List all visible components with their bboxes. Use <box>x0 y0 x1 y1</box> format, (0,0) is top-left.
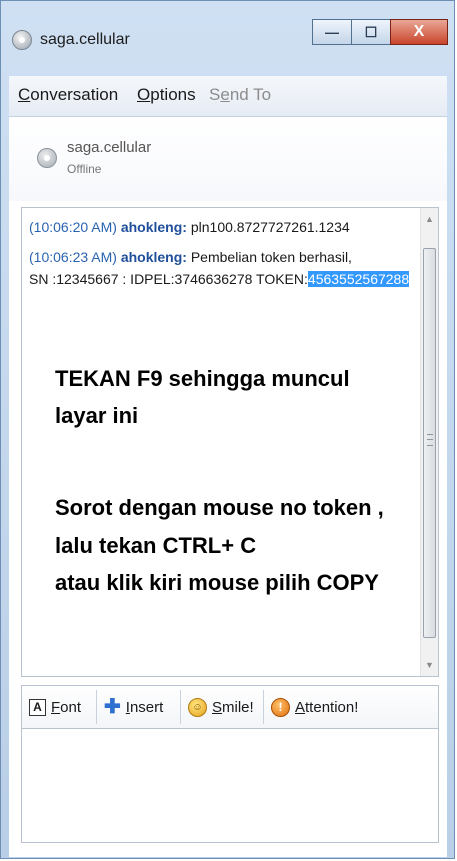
message-input[interactable] <box>21 729 439 843</box>
smile-accesskey: S <box>212 698 223 716</box>
attention-icon: ! <box>271 697 290 717</box>
scroll-down-arrow[interactable]: ▼ <box>421 656 438 674</box>
instruction-line-3: Sorot dengan mouse no token , <box>55 495 384 520</box>
insert-plus-icon: ✚ <box>104 695 121 718</box>
message-sender: ahokleng: <box>120 219 187 235</box>
selected-token-text[interactable]: 4563552567288 <box>307 271 410 287</box>
message-text: pln100.8727727261.1234 <box>190 219 350 235</box>
contact-status: Offline <box>67 162 102 176</box>
font-icon: A <box>29 698 46 716</box>
format-toolbar: A Font ✚ Insert ☺ Smile! ! Attention! <box>21 685 439 729</box>
toolbar-divider <box>263 690 264 724</box>
menu-conversation-accesskey: C <box>18 85 31 104</box>
menu-send-to-label: nd To <box>229 85 272 104</box>
scroll-up-arrow[interactable]: ▲ <box>421 210 438 228</box>
instruction-line-1: TEKAN F9 sehingga muncul <box>55 366 350 391</box>
messenger-offline-icon <box>12 30 32 50</box>
offline-status-icon <box>37 148 57 168</box>
menu-send-to[interactable]: Send To <box>209 85 271 105</box>
instruction-line-4: lalu tekan CTRL+ C <box>55 533 257 558</box>
window-title: saga.cellular <box>40 31 130 48</box>
menu-send-to-accesskey: e <box>220 85 230 104</box>
message-timestamp: (10:06:23 AM) <box>29 249 117 265</box>
insert-button[interactable]: ✚ Insert <box>104 686 163 728</box>
instruction-line-2: layar ini <box>55 403 139 428</box>
menu-options[interactable]: Options <box>137 85 196 105</box>
menu-bar: Conversation Options Send To <box>9 76 447 117</box>
close-button[interactable]: X <box>390 19 448 45</box>
contact-name[interactable]: saga.cellular <box>67 139 151 156</box>
scrollbar-grip-icon <box>427 434 433 446</box>
scrollbar-thumb[interactable] <box>423 248 436 638</box>
message-2: (10:06:23 AM) ahokleng: Pembelian token … <box>29 246 410 290</box>
toolbar-divider <box>96 690 97 724</box>
message-1: (10:06:20 AM) ahokleng: pln100.872772726… <box>29 216 350 238</box>
instruction-line-5: atau klik kiri mouse pilih COPY <box>55 570 379 595</box>
menu-send-to-prefix: S <box>209 85 221 104</box>
vertical-scrollbar[interactable]: ▲ ▼ <box>420 208 438 676</box>
toolbar-divider <box>180 690 181 724</box>
message-text-line2: SN :12345667 : IDPEL:3746636278 TOKEN: <box>29 271 308 287</box>
smile-label: mile! <box>222 698 254 716</box>
message-timestamp: (10:06:20 AM) <box>29 219 117 235</box>
message-sender: ahokleng: <box>120 249 187 265</box>
menu-options-label: ptions <box>150 85 196 104</box>
smiley-icon: ☺ <box>188 697 207 717</box>
window-controls: — ☐ X <box>312 19 448 45</box>
contact-header: saga.cellular Offline <box>9 117 447 201</box>
insert-label: nsert <box>129 698 164 716</box>
title-bar[interactable]: saga.cellular — ☐ X <box>1 1 454 71</box>
chat-window: saga.cellular — ☐ X Conversation Options… <box>0 0 455 859</box>
font-label: ont <box>60 698 82 716</box>
message-history[interactable]: (10:06:20 AM) ahokleng: pln100.872772726… <box>21 207 439 677</box>
font-accesskey: F <box>51 698 61 716</box>
message-text: Pembelian token berhasil, <box>190 249 352 265</box>
menu-options-accesskey: O <box>137 85 151 104</box>
conversation-pane: saga.cellular Offline (10:06:20 AM) ahok… <box>9 117 447 857</box>
menu-conversation[interactable]: Conversation <box>18 85 118 105</box>
smile-button[interactable]: ☺ Smile! <box>188 686 254 728</box>
maximize-button[interactable]: ☐ <box>351 19 391 45</box>
attention-accesskey: A <box>295 698 306 716</box>
attention-label: ttention! <box>305 698 359 716</box>
menu-conversation-label: onversation <box>30 85 119 104</box>
font-button[interactable]: A Font <box>29 686 81 728</box>
minimize-button[interactable]: — <box>312 19 352 45</box>
attention-button[interactable]: ! Attention! <box>271 686 358 728</box>
